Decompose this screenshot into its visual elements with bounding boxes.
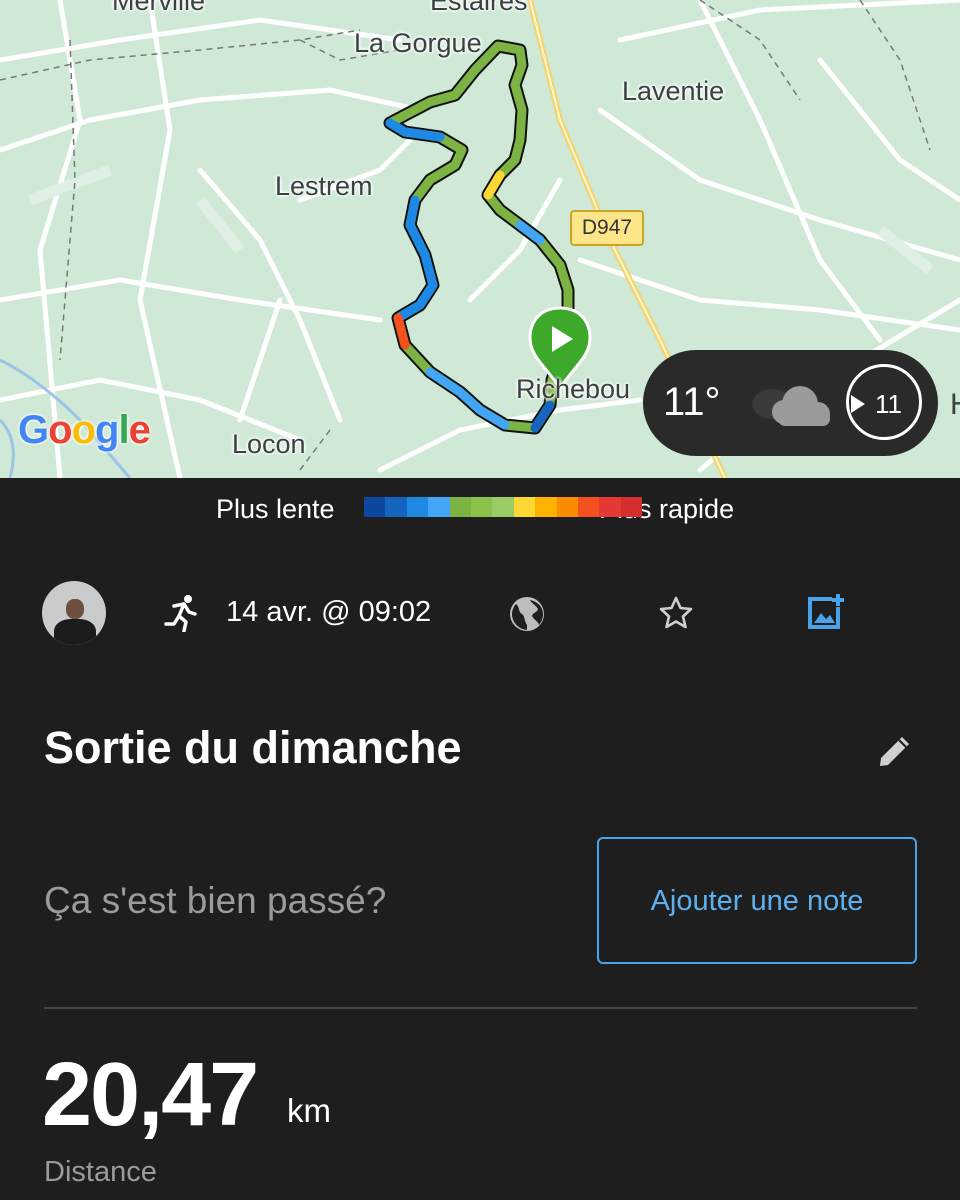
weather-temperature: 11°: [663, 380, 721, 424]
route-map[interactable]: Merville Estaires La Gorgue Laventie Les…: [0, 0, 960, 478]
place-locon: Locon: [232, 429, 306, 459]
pace-color-scale: [364, 497, 643, 517]
google-letter: g: [95, 408, 119, 452]
cloud-icon: [752, 386, 830, 426]
pace-scale-swatch: [449, 497, 471, 517]
distance-unit: km: [287, 1092, 331, 1129]
pace-scale-swatch: [556, 497, 578, 517]
place-la-gorgue: La Gorgue: [354, 28, 482, 58]
globe-icon[interactable]: [508, 595, 546, 633]
weather-widget[interactable]: 11° 11: [643, 350, 938, 456]
activity-datetime: 14 avr. @ 09:02: [226, 596, 432, 628]
add-photo-icon[interactable]: [806, 593, 846, 631]
activity-title: Sortie du dimanche: [44, 722, 462, 773]
runner-icon: [164, 595, 197, 632]
pace-scale-swatch: [428, 497, 450, 517]
avatar[interactable]: [42, 581, 106, 645]
google-logo: Google: [18, 408, 151, 453]
star-icon[interactable]: [658, 595, 694, 631]
pace-scale-swatch: [620, 497, 643, 517]
avatar-body: [54, 619, 96, 645]
place-richebourg: Richebou: [516, 374, 631, 404]
google-letter: G: [18, 408, 49, 452]
pace-scale-swatch: [385, 497, 407, 517]
place-estaires: Estaires: [430, 0, 528, 16]
pace-scale-swatch: [406, 497, 429, 517]
pace-scale-swatch: [492, 497, 514, 517]
place-merville: Merville: [112, 0, 206, 16]
google-letter: o: [71, 408, 96, 452]
pace-scale-swatch: [577, 497, 600, 517]
google-letter: o: [48, 408, 72, 452]
divider: [44, 1007, 917, 1009]
pencil-icon[interactable]: [876, 732, 914, 770]
place-edge-letter: H: [950, 388, 960, 422]
place-laventie: Laventie: [622, 76, 725, 106]
avatar-head: [66, 599, 84, 619]
pace-scale-swatch: [535, 497, 557, 517]
wind-speed: 11: [875, 389, 902, 419]
add-note-button[interactable]: Ajouter une note: [597, 837, 917, 964]
pace-scale-swatch: [470, 497, 493, 517]
feeling-prompt: Ça s'est bien passé?: [44, 880, 387, 921]
distance-label: Distance: [44, 1156, 157, 1188]
legend-slow-label: Plus lente: [216, 494, 335, 524]
place-lestrem: Lestrem: [275, 171, 373, 201]
road-badge-d947: D947: [570, 210, 644, 246]
wind-indicator: 11: [846, 364, 922, 440]
pace-scale-swatch: [513, 497, 536, 517]
pace-scale-swatch: [364, 497, 386, 517]
google-letter: l: [118, 408, 129, 452]
google-letter: e: [128, 408, 151, 452]
distance-value: 20,47: [42, 1045, 259, 1145]
pace-scale-swatch: [599, 497, 621, 517]
wind-arrow-icon: [851, 395, 865, 413]
